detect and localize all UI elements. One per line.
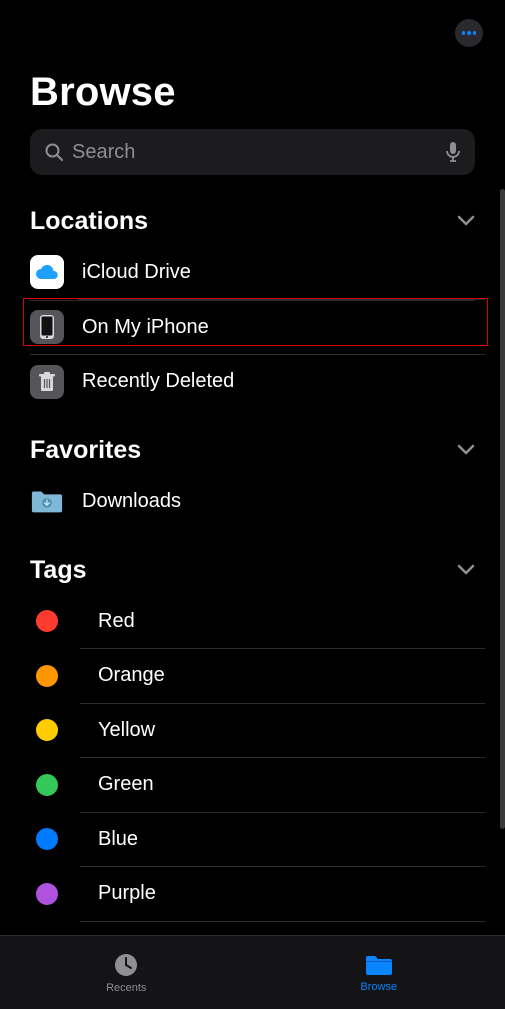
chevron-down-icon	[457, 444, 475, 456]
tag-purple[interactable]: Purple	[0, 867, 505, 921]
search-input[interactable]	[72, 141, 437, 164]
tab-label: Recents	[106, 982, 146, 994]
favorites-list: Downloads	[0, 474, 505, 528]
folder-icon	[30, 487, 64, 515]
ellipsis-icon-dot	[467, 31, 471, 35]
section-header-locations[interactable]: Locations	[0, 197, 505, 245]
icloud-icon	[30, 255, 64, 289]
list-item-label: Green	[98, 773, 154, 796]
tab-bar: Recents Browse	[0, 935, 505, 1009]
trash-icon	[30, 365, 64, 399]
location-on-my-iphone[interactable]: On My iPhone	[0, 300, 505, 354]
search-container	[0, 129, 505, 197]
list-item-label: iCloud Drive	[82, 261, 191, 284]
location-recently-deleted[interactable]: Recently Deleted	[0, 354, 505, 408]
chevron-down-icon	[457, 215, 475, 227]
list-item-label: Yellow	[98, 719, 155, 742]
search-field[interactable]	[30, 129, 475, 175]
list-item-label: Blue	[98, 828, 138, 851]
tab-label: Browse	[360, 981, 397, 993]
tag-orange[interactable]: Orange	[0, 649, 505, 703]
page-title: Browse	[0, 48, 505, 129]
ellipsis-icon-dot	[462, 31, 466, 35]
section-title: Favorites	[30, 436, 141, 465]
content-area: Locations iCloud Drive On My iPhone	[0, 197, 505, 921]
tag-green[interactable]: Green	[0, 758, 505, 812]
more-button[interactable]	[455, 19, 483, 47]
ellipsis-icon-dot	[473, 31, 477, 35]
locations-list: iCloud Drive On My iPhone Recent	[0, 245, 505, 408]
list-item-label: Orange	[98, 664, 165, 687]
mic-icon[interactable]	[445, 141, 461, 163]
tags-list: Red Orange Yellow Green Blue Purple	[0, 594, 505, 921]
tag-color-dot	[36, 883, 58, 905]
tag-color-dot	[36, 828, 58, 850]
iphone-icon	[30, 310, 64, 344]
search-icon	[44, 142, 64, 162]
tag-red[interactable]: Red	[0, 594, 505, 648]
section-title: Tags	[30, 556, 87, 585]
scroll-indicator[interactable]	[500, 189, 505, 829]
tag-color-dot	[36, 774, 58, 796]
tag-color-dot	[36, 665, 58, 687]
list-item-label: On My iPhone	[82, 316, 209, 339]
top-bar	[0, 0, 505, 48]
section-header-favorites[interactable]: Favorites	[0, 426, 505, 474]
tag-color-dot	[36, 610, 58, 632]
list-item-label: Red	[98, 610, 135, 633]
tag-blue[interactable]: Blue	[0, 812, 505, 866]
clock-icon	[113, 952, 139, 978]
location-icloud-drive[interactable]: iCloud Drive	[0, 245, 505, 299]
list-item-label: Purple	[98, 882, 156, 905]
tab-browse[interactable]: Browse	[253, 936, 505, 1009]
tag-color-dot	[36, 719, 58, 741]
list-item-label: Downloads	[82, 490, 181, 513]
tab-recents[interactable]: Recents	[0, 936, 253, 1009]
list-item-label: Recently Deleted	[82, 370, 234, 393]
tag-yellow[interactable]: Yellow	[0, 703, 505, 757]
section-title: Locations	[30, 207, 148, 236]
divider	[80, 921, 485, 922]
favorite-downloads[interactable]: Downloads	[0, 474, 505, 528]
folder-icon	[364, 953, 394, 977]
section-header-tags[interactable]: Tags	[0, 546, 505, 594]
chevron-down-icon	[457, 564, 475, 576]
